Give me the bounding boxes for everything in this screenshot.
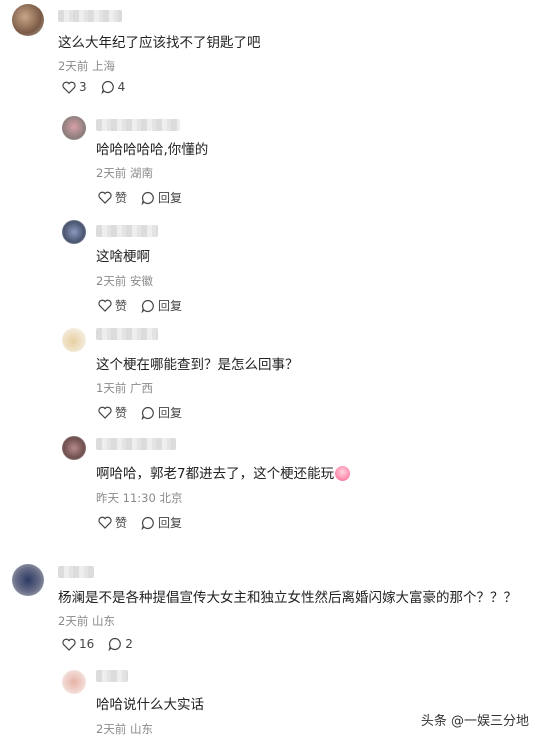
comment-text: 杨澜是不是各种提倡宣传大女主和独立女性然后离婚闪嫁大富豪的那个？？？ (58, 590, 517, 606)
like-count: 16 (79, 637, 95, 651)
comment-bubble-icon (108, 637, 122, 651)
reply-label: 回复 (158, 299, 183, 313)
reply-item: 哈哈哈哈哈,你懂的 2天前 湖南 赞 回复 (0, 108, 541, 214)
comment-meta: 2天前 山东 (96, 722, 153, 736)
comment-meta: 2天前 安徽 (96, 274, 153, 288)
comment-text-body: 啊哈哈，郭老7都进去了，这个梗还能玩 (96, 466, 335, 482)
heart-icon (62, 638, 76, 651)
reply-button[interactable]: 2 (108, 637, 133, 651)
comment-bubble-icon (141, 516, 154, 530)
comment-actions: 赞 回复 (98, 297, 196, 314)
username-blurred[interactable] (96, 670, 128, 682)
comment-meta: 昨天 11:30 北京 (96, 491, 183, 505)
reply-label: 回复 (158, 191, 183, 205)
reply-button[interactable]: 回复 (141, 297, 182, 314)
heart-icon (98, 516, 112, 529)
username-blurred[interactable] (96, 438, 176, 450)
like-button[interactable]: 3 (62, 80, 87, 94)
heart-icon (62, 81, 76, 94)
like-count: 3 (79, 80, 87, 94)
heart-icon (98, 299, 112, 312)
reply-count: 2 (125, 637, 133, 651)
comment-meta: 1天前 广西 (96, 381, 153, 395)
username-blurred[interactable] (58, 10, 122, 22)
comment-bubble-icon (141, 406, 154, 420)
comment-text: 哈哈说什么大实话 (96, 697, 204, 713)
comment-text: 这个梗在哪能查到？是怎么回事？ (96, 357, 299, 373)
like-label: 赞 (115, 406, 128, 420)
like-button[interactable]: 赞 (98, 404, 127, 421)
like-button[interactable]: 16 (62, 637, 94, 651)
reply-label: 回复 (158, 406, 183, 420)
reply-item: 这个梗在哪能查到？是怎么回事？ 1天前 广西 赞 回复 (0, 322, 541, 428)
reply-button[interactable]: 回复 (141, 189, 182, 206)
comment-bubble-icon (101, 80, 114, 94)
comment-actions: 赞 回复 (98, 404, 196, 421)
clown-face-emoji-icon (335, 466, 351, 481)
like-label: 赞 (115, 299, 128, 313)
source-watermark: 头条 @一娱三分地 (416, 708, 533, 731)
comment-actions: 16 2 (62, 637, 147, 651)
user-avatar[interactable] (62, 116, 86, 140)
comment-bubble-icon (141, 191, 154, 205)
user-avatar[interactable] (62, 436, 86, 460)
like-label: 赞 (115, 191, 128, 205)
user-avatar[interactable] (12, 4, 44, 36)
user-avatar[interactable] (62, 670, 86, 694)
reply-label: 回复 (158, 516, 183, 530)
comment-actions: 赞 回复 (98, 514, 196, 531)
heart-icon (98, 191, 112, 204)
username-blurred[interactable] (96, 328, 158, 340)
reply-button[interactable]: 4 (101, 80, 126, 94)
reply-item: 啊哈哈，郭老7都进去了，这个梗还能玩 昨天 11:30 北京 赞 回复 (0, 428, 541, 538)
reply-button[interactable]: 回复 (141, 404, 182, 421)
comment-text: 这啥梗啊 (96, 249, 150, 265)
comment-text: 啊哈哈，郭老7都进去了，这个梗还能玩 (96, 462, 351, 482)
comment-meta: 2天前 湖南 (96, 166, 153, 180)
reply-button[interactable]: 回复 (141, 514, 182, 531)
like-button[interactable]: 赞 (98, 297, 127, 314)
like-button[interactable]: 赞 (98, 514, 127, 531)
reply-item: 这啥梗啊 2天前 安徽 赞 回复 (0, 214, 541, 322)
comment-actions: 赞 回复 (98, 189, 196, 206)
user-avatar[interactable] (62, 220, 86, 244)
user-avatar[interactable] (12, 564, 44, 596)
username-blurred[interactable] (96, 225, 158, 237)
heart-icon (98, 406, 112, 419)
comment-item: 这么大年纪了应该找不了钥匙了吧 2天前 上海 3 4 (0, 0, 541, 108)
username-blurred[interactable] (58, 566, 94, 578)
comment-text: 哈哈哈哈哈,你懂的 (96, 142, 209, 158)
reply-count: 4 (117, 80, 126, 94)
comment-text: 这么大年纪了应该找不了钥匙了吧 (58, 35, 261, 51)
comment-actions: 3 4 (62, 80, 139, 94)
like-button[interactable]: 赞 (98, 189, 127, 206)
comment-bubble-icon (141, 299, 154, 313)
username-blurred[interactable] (96, 119, 180, 131)
user-avatar[interactable] (62, 328, 86, 352)
like-label: 赞 (115, 516, 128, 530)
comment-meta: 2天前 山东 (58, 614, 115, 628)
comment-item: 杨澜是不是各种提倡宣传大女主和独立女性然后离婚闪嫁大富豪的那个？？？ 2天前 山… (0, 556, 541, 660)
comment-meta: 2天前 上海 (58, 59, 115, 73)
